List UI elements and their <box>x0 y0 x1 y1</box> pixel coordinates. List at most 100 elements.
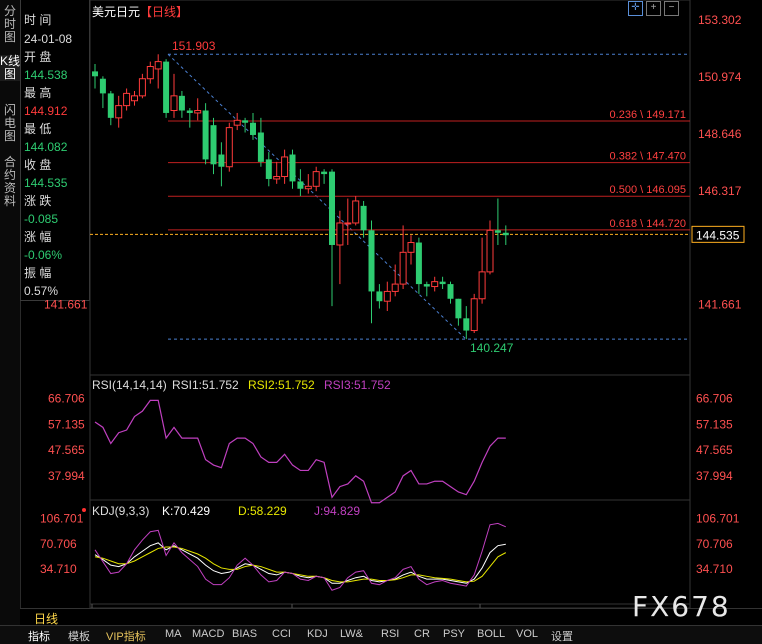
candle-body <box>329 171 335 245</box>
rsi-panel-frame <box>89 374 691 501</box>
candle-body <box>297 181 304 189</box>
candle-body <box>312 171 320 187</box>
candle-body <box>163 61 170 113</box>
candle-body <box>107 93 114 118</box>
toolbar-item[interactable]: VOL <box>516 628 538 640</box>
toolbar-item[interactable]: BOLL <box>477 628 505 640</box>
candle-body <box>289 154 296 182</box>
toolbar-item[interactable]: MACD <box>192 628 224 640</box>
candle-body <box>154 61 162 70</box>
candle-body <box>352 200 360 224</box>
toolbar-item[interactable]: BIAS <box>232 628 257 640</box>
kdj-right-tick: 106.701 <box>696 512 740 526</box>
y-tick-label: 153.302 <box>698 13 742 27</box>
candle-body <box>178 95 185 111</box>
toolbar-item[interactable]: CCI <box>272 628 291 640</box>
rsi-right-tick: 37.994 <box>696 469 733 483</box>
price-panel-frame <box>89 0 691 376</box>
candle-body <box>210 125 217 165</box>
candle-body <box>265 159 272 179</box>
rsi-right-tick: 57.135 <box>696 417 733 431</box>
candle-body <box>502 232 509 236</box>
candle-body <box>376 291 383 302</box>
toolbar-item[interactable]: KDJ <box>307 628 328 640</box>
candle-body <box>99 78 106 94</box>
kdj-line-j <box>94 522 507 591</box>
candle-body <box>202 110 209 160</box>
rsi-legend: RSI2:51.752 <box>248 378 315 392</box>
candle-body <box>170 95 178 112</box>
y-tick-label: 150.974 <box>698 70 742 84</box>
toolbar-item[interactable]: MA <box>165 628 182 640</box>
candle-body <box>242 120 249 123</box>
kdj-right-tick: 70.706 <box>696 537 733 551</box>
candle-body <box>194 110 202 114</box>
candle-body <box>138 78 146 97</box>
fib-level-label: 0.382 \ 147.470 <box>610 151 686 163</box>
toolbar-item[interactable]: 指标 <box>28 628 50 644</box>
low-annotation: 140.247 <box>470 341 514 355</box>
kdj-left-tick: 70.706 <box>40 537 77 551</box>
candle-body <box>146 66 154 80</box>
rsi-right-tick: 66.706 <box>696 391 733 405</box>
candle-body <box>407 242 415 253</box>
candle-body <box>225 127 233 168</box>
kdj-legend: J:94.829 <box>314 504 360 518</box>
toolbar-item[interactable]: VIP指标 <box>106 628 146 644</box>
toolbar-item[interactable]: LW& <box>340 628 363 640</box>
rsi-left-tick: 47.565 <box>48 443 85 457</box>
rsi-left-tick: 37.994 <box>48 469 85 483</box>
candle-body <box>383 290 391 302</box>
candle-body <box>415 242 422 285</box>
candle-body <box>344 222 352 225</box>
candle-body <box>423 284 430 287</box>
rsi-legend: RSI3:51.752 <box>324 378 391 392</box>
rsi-left-tick: 57.135 <box>48 417 85 431</box>
kdj-left-tick: 106.701 <box>40 512 84 526</box>
high-annotation: 151.903 <box>172 39 216 53</box>
rsi-title: RSI(14,14,14) <box>92 378 167 392</box>
toolbar-item[interactable]: 模板 <box>68 628 90 644</box>
candle-body <box>439 281 446 285</box>
toolbar-item[interactable]: RSI <box>381 628 399 640</box>
candle-body <box>233 119 241 126</box>
toolbar-item[interactable]: CR <box>414 628 430 640</box>
candle-body <box>115 105 123 119</box>
fib-level-label: 0.236 \ 149.171 <box>610 109 686 121</box>
rsi-line <box>94 399 506 504</box>
candle-body <box>218 154 225 167</box>
y-tick-label: 144.535 <box>696 228 740 242</box>
y-tick-label: 148.646 <box>698 127 742 141</box>
y-tick-label: 141.661 <box>698 298 742 312</box>
fib-level-label: 0.500 \ 146.095 <box>610 184 686 196</box>
candle-body <box>92 71 98 77</box>
kdj-legend: K:70.429 <box>162 504 210 518</box>
candle-body <box>131 95 138 102</box>
candle-body <box>360 205 367 231</box>
watermark: FX678 <box>632 590 731 623</box>
kdj-title: KDJ(9,3,3) <box>92 504 149 518</box>
candle-body <box>399 251 407 285</box>
candle-body <box>455 298 462 319</box>
candle-body <box>321 171 328 175</box>
rsi-left-tick: 66.706 <box>48 391 85 405</box>
candle-body <box>273 176 281 180</box>
fib-level-label: 0.618 \ 144.720 <box>610 218 686 230</box>
candle-body <box>431 281 439 288</box>
chart-canvas: 153.302 150.974 148.646 146.317 144.535 141.6… <box>40 0 745 620</box>
kdj-legend: D:58.229 <box>238 504 287 518</box>
candle-body <box>257 132 264 162</box>
candle-body <box>281 156 289 178</box>
kdj-right-tick: 34.710 <box>696 562 733 576</box>
candle-body <box>470 298 478 332</box>
candle-body <box>463 318 470 331</box>
candle-body <box>123 92 131 107</box>
toolbar-item[interactable]: PSY <box>443 628 465 640</box>
candle-body <box>368 230 375 292</box>
candle-body <box>186 110 193 113</box>
rsi-legend: RSI1:51.752 <box>172 378 239 392</box>
candle-body <box>447 284 454 299</box>
candle-body <box>304 185 312 190</box>
toolbar-item[interactable]: 设置 <box>551 628 573 644</box>
left-y-label: 141.661 <box>44 298 88 312</box>
